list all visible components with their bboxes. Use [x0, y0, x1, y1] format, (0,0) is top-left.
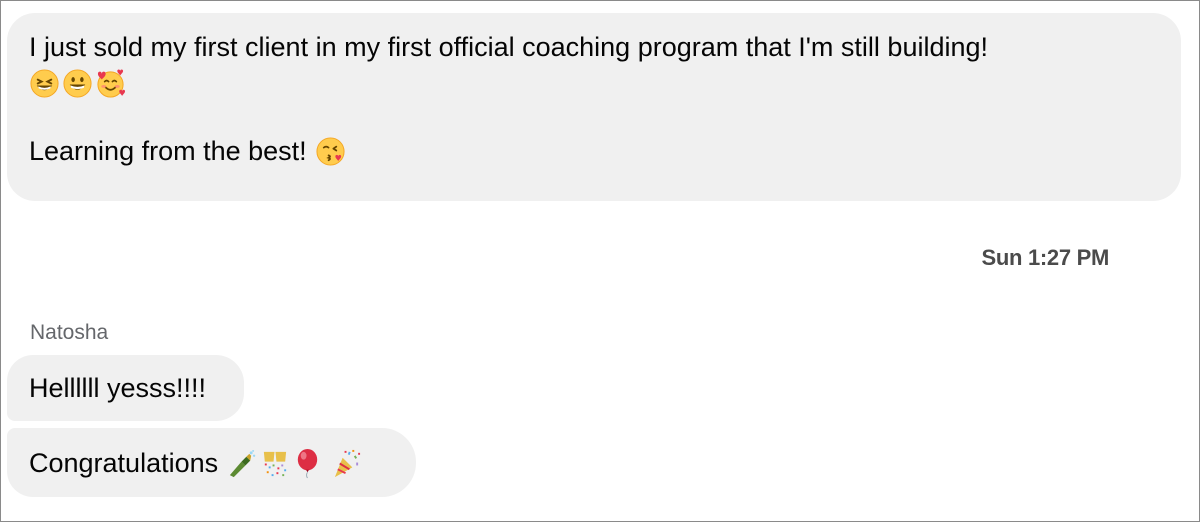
kissing-heart-emoji-icon [315, 136, 346, 167]
emoji-row [29, 65, 1159, 101]
message-line: Learning from the best! [29, 133, 1159, 169]
reply-text: Congratulations [29, 448, 219, 478]
champagne-bottle-icon [226, 448, 257, 479]
emoji-group [226, 448, 362, 479]
reply-line: Congratulations [29, 445, 394, 481]
message-text: Learning from the best! [29, 136, 307, 166]
balloon-icon [292, 448, 323, 479]
smiling-with-hearts-emoji-icon [95, 68, 126, 99]
reply-text: Hellllll yesss!!!! [29, 373, 207, 403]
chat-window: I just sold my first client in my first … [0, 0, 1200, 522]
grinning-emoji-icon [62, 68, 93, 99]
reply-bubble[interactable]: Hellllll yesss!!!! [7, 355, 244, 421]
party-popper-icon [331, 448, 362, 479]
message-timestamp: Sun 1:27 PM [981, 245, 1109, 270]
confetti-ball-icon [259, 448, 290, 479]
sender-name: Natosha [30, 321, 109, 344]
message-bubble[interactable]: I just sold my first client in my first … [7, 13, 1181, 201]
grinning-squint-emoji-icon [29, 68, 60, 99]
message-text: I just sold my first client in my first … [29, 32, 989, 62]
reply-bubble[interactable]: Congratulations [7, 428, 416, 497]
